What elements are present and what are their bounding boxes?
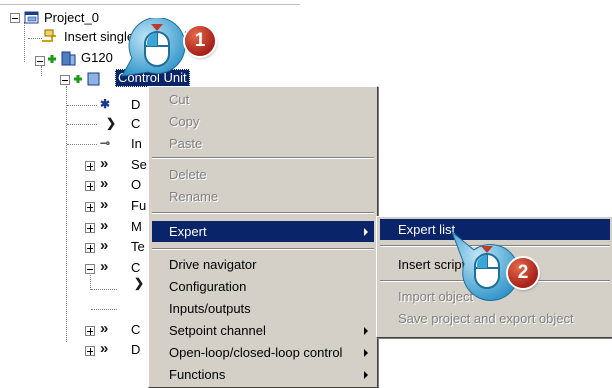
submenu-arrow-icon [364,327,368,335]
context-menu: Cut Copy Paste Delete Rename Expert Driv… [148,86,378,388]
insert-unit-icon [40,28,56,44]
menu-item-cut[interactable]: Cut [152,89,374,110]
tree-item-child[interactable]: In [131,136,142,152]
tree-item-child[interactable]: D [131,342,140,358]
menu-item-delete[interactable]: Delete [152,164,374,185]
expand-toggle[interactable] [85,181,95,191]
tree-top-border [0,4,300,5]
menu-item-functions[interactable]: Functions [152,364,374,385]
connector-icon: ⊸ [100,136,111,150]
tree-item-project[interactable]: Project_0 [44,10,99,26]
menu-item-open-closed-loop[interactable]: Open-loop/closed-loop control [152,342,374,363]
tree-item-child[interactable]: Te [131,239,145,255]
tree-item-child[interactable]: C [131,260,140,276]
chevron-right-icon: ❯ [106,116,117,130]
control-unit-icon [74,70,100,86]
step-badge-1: 1 [185,26,215,56]
double-chevron-icon: » [100,196,109,213]
menu-item-copy[interactable]: Copy [152,111,374,132]
double-chevron-icon: » [100,217,109,234]
menu-item-open-closed-loop-label: Open-loop/closed-loop control [169,345,343,360]
chevron-right-icon: ❯ [134,276,145,290]
tree-item-drive-unit[interactable]: G120 [81,50,113,66]
tree-item-child[interactable]: O [131,177,141,193]
double-chevron-icon: » [100,258,109,275]
menu-item-setpoint-label: Setpoint channel [169,323,266,338]
tree-line [41,66,42,76]
expand-toggle[interactable] [85,243,95,253]
tree-item-child[interactable]: C [131,322,140,338]
tree-item-child[interactable]: D [131,97,140,113]
tree-item-child[interactable]: Fu [131,198,146,214]
double-chevron-icon: » [100,237,109,254]
expand-toggle[interactable] [85,202,95,212]
tree-item-child[interactable]: Se [131,157,147,173]
project-icon [24,9,40,25]
tree-item-child[interactable]: M [131,219,142,235]
menu-item-rename[interactable]: Rename [152,186,374,207]
menu-separator [152,248,374,250]
tree-branch [67,124,97,125]
mouse-click-icon [121,18,186,77]
double-chevron-icon: » [100,155,109,172]
expand-toggle[interactable] [85,161,95,171]
expand-toggle[interactable] [85,326,95,336]
step-badge-2: 2 [508,258,538,288]
tree-branch [67,105,97,106]
menu-separator [152,157,374,159]
submenu-arrow-icon [364,349,368,357]
tree-branch [67,144,97,145]
parameter-gear-icon: ✱ [100,97,111,111]
menu-item-drive-navigator[interactable]: Drive navigator [152,254,374,275]
collapse-toggle[interactable] [85,264,95,274]
menu-item-configuration[interactable]: Configuration [152,276,374,297]
collapse-toggle[interactable] [10,13,20,23]
expand-toggle[interactable] [85,346,95,356]
menu-item-expert[interactable]: Expert [152,221,374,242]
expand-toggle[interactable] [85,223,95,233]
double-chevron-icon: » [100,175,109,192]
menu-item-functions-label: Functions [169,367,226,382]
menu-item-expert-label: Expert [169,224,207,239]
callout-step-2: 2 [448,228,558,312]
submenu-arrow-icon [364,228,368,236]
menu-item-inputs-outputs[interactable]: Inputs/outputs [152,298,374,319]
tree-branch [91,309,117,310]
menu-item-paste[interactable]: Paste [152,133,374,154]
drive-unit-icon [48,50,76,66]
menu-item-setpoint-channel[interactable]: Setpoint channel [152,320,374,341]
menu-separator [152,212,374,214]
callout-step-1: 1 [118,18,238,88]
double-chevron-icon: » [100,340,109,357]
double-chevron-icon: » [100,320,109,337]
tree-branch [91,289,117,290]
tree-line [24,22,25,62]
tree-item-child[interactable]: C [131,116,140,132]
collapse-toggle[interactable] [60,75,70,85]
collapse-toggle[interactable] [35,56,45,66]
